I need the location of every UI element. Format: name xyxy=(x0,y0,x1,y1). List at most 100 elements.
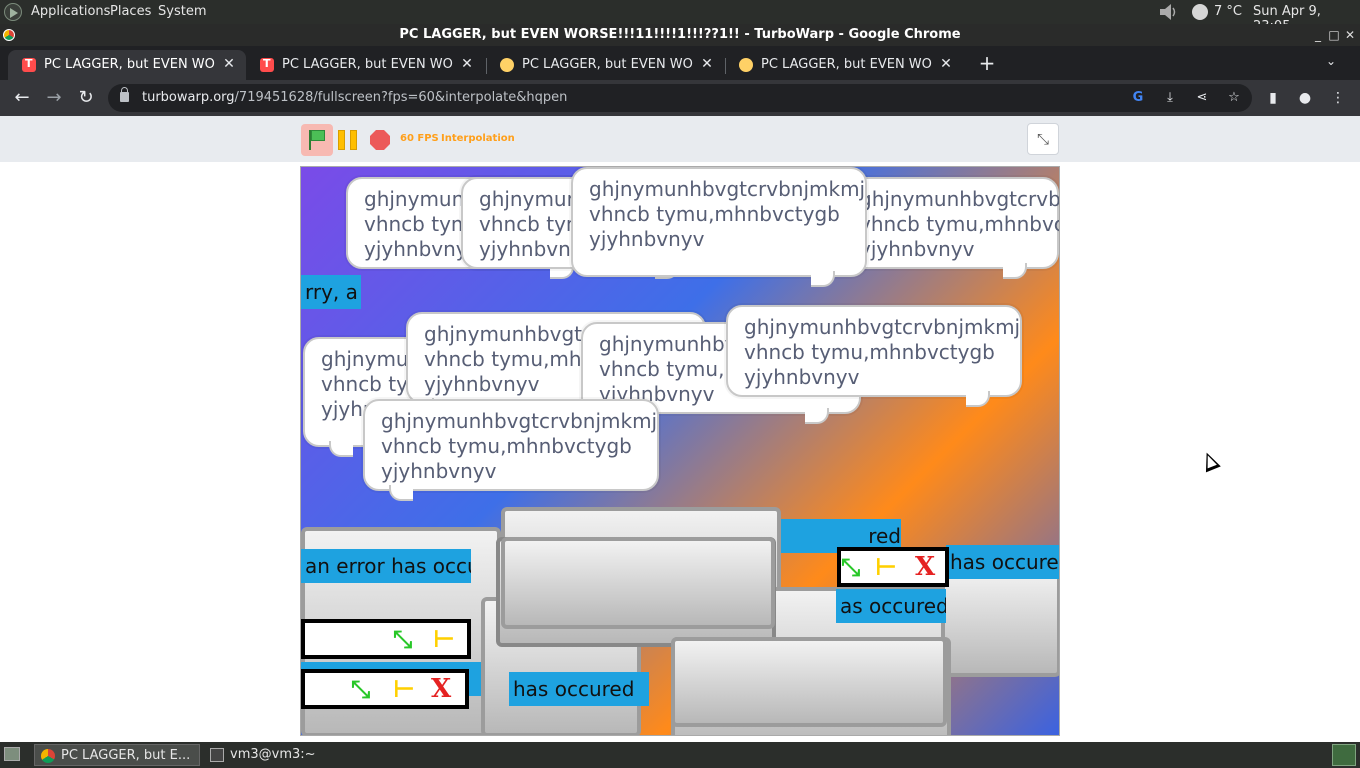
temperature: 7 °C xyxy=(1214,4,1242,19)
share-icon[interactable]: ⋖ xyxy=(1193,89,1211,107)
browser-toolbar: ← → ↻ turbowarp.org/719451628/fullscreen… xyxy=(0,80,1360,116)
minimize-button[interactable]: _ xyxy=(1310,24,1326,46)
bubble-line: vhncb tymu,mhnbvctygb xyxy=(859,212,1060,236)
error-title-bar: an error has occured xyxy=(301,549,471,583)
minimize-bar-icon[interactable]: ⊢ xyxy=(393,675,415,703)
close-window-button[interactable]: ✕ xyxy=(1342,24,1358,46)
os-menu-icon[interactable] xyxy=(4,3,22,21)
resize-arrow-icon[interactable]: ⤡ xyxy=(841,553,860,581)
window-controls[interactable]: ⤡ ⊢ X xyxy=(301,669,469,709)
bubble-line: ghjnymunhbvgtcrvbnjmkmj xyxy=(859,187,1060,211)
bubble-line: vhncb tymu,mhnbvctygb xyxy=(381,434,632,458)
error-title-bar: rry, a xyxy=(301,275,361,309)
url-host: turbowarp.org xyxy=(142,90,235,105)
show-desktop-icon[interactable] xyxy=(4,747,20,761)
window-controls[interactable]: ⤡ ⊢ X xyxy=(837,547,949,587)
error-window xyxy=(671,637,947,727)
scratch-icon xyxy=(500,58,514,72)
minimize-bar-icon[interactable]: ⊢ xyxy=(875,553,897,581)
taskbar-item-label: vm3@vm3:~ xyxy=(230,747,316,762)
tab-label: PC LAGGER, but EVEN WORSE xyxy=(282,57,454,72)
close-tab-icon[interactable]: ✕ xyxy=(937,55,955,73)
tab-strip: PC LAGGER, but EVEN WORSE ✕ PC LAGGER, b… xyxy=(0,46,1360,80)
side-panel-icon[interactable]: ▮ xyxy=(1263,88,1283,108)
system-menu[interactable]: System xyxy=(158,4,206,19)
taskbar-chrome-window[interactable]: PC LAGGER, but E... xyxy=(34,744,200,766)
turbowarp-controls: 60 FPS Interpolation ⤡ xyxy=(0,116,1360,162)
profile-icon[interactable]: ● xyxy=(1295,88,1315,108)
volume-icon[interactable] xyxy=(1158,3,1180,21)
speech-bubble: ghjnymunhbvgtcrvbnjmkmj vhncb tymu,mhnbv… xyxy=(363,399,659,501)
chrome-icon xyxy=(41,749,55,763)
reload-button[interactable]: ↻ xyxy=(74,86,98,110)
resize-arrow-icon[interactable]: ⤡ xyxy=(351,675,370,703)
close-tab-icon[interactable]: ✕ xyxy=(458,55,476,73)
taskbar-item-label: PC LAGGER, but E... xyxy=(61,748,191,763)
tab-search-chevron-icon[interactable]: ⌄ xyxy=(1322,54,1340,72)
tab-2[interactable]: PC LAGGER, but EVEN WORSE ✕ xyxy=(246,50,484,80)
project-stage[interactable]: an error has occured rror has occured ha… xyxy=(300,166,1060,736)
fps-label: 60 FPS xyxy=(400,133,439,144)
forward-button[interactable]: → xyxy=(42,86,66,110)
google-lens-icon[interactable]: G xyxy=(1129,89,1147,107)
pause-button[interactable] xyxy=(338,130,360,150)
close-tab-icon[interactable]: ✕ xyxy=(220,55,238,73)
exit-fullscreen-button[interactable]: ⤡ xyxy=(1027,123,1059,155)
error-title-bar: has occured xyxy=(946,545,1059,579)
places-menu[interactable]: Places xyxy=(110,4,151,19)
os-top-panel: Applications Places System 7 °C Sun Apr … xyxy=(0,0,1360,34)
weather-icon xyxy=(1192,4,1208,20)
page-content: 60 FPS Interpolation ⤡ an error has occu… xyxy=(0,116,1360,742)
tab-3[interactable]: PC LAGGER, but EVEN WORSE ✕ xyxy=(486,50,724,80)
url-text[interactable]: turbowarp.org/719451628/fullscreen?fps=6… xyxy=(142,90,567,105)
bubble-line: vhncb tymu,mhnbvctygb xyxy=(589,202,840,226)
error-title-bar: as occured xyxy=(836,589,946,623)
address-bar[interactable]: turbowarp.org/719451628/fullscreen?fps=6… xyxy=(108,84,1252,112)
bubble-line: yjyhnbvnyv xyxy=(744,365,860,389)
window-titlebar[interactable]: PC LAGGER, but EVEN WORSE!!!11!!!!1!!!??… xyxy=(0,24,1360,46)
error-title-bar: has occured xyxy=(509,672,649,706)
scratch-icon xyxy=(739,58,753,72)
more-menu-icon[interactable]: ⋮ xyxy=(1328,88,1348,108)
stop-button[interactable] xyxy=(370,130,390,150)
resize-arrow-icon[interactable]: ⤡ xyxy=(393,625,412,653)
pause-bar-icon xyxy=(350,130,357,150)
error-window xyxy=(941,567,1059,677)
tab-1[interactable]: PC LAGGER, but EVEN WORSE ✕ xyxy=(8,50,246,80)
close-x-icon[interactable]: X xyxy=(915,552,935,582)
tab-4[interactable]: PC LAGGER, but EVEN WORSE ✕ xyxy=(725,50,963,80)
taskbar-terminal-window[interactable]: vm3@vm3:~ xyxy=(204,744,364,766)
bubble-line: ghjnymunhbvgtcrvbnjmkmj xyxy=(744,315,1021,339)
minimize-bar-icon[interactable]: ⊢ xyxy=(433,625,455,653)
terminal-icon xyxy=(210,748,224,762)
tab-label: PC LAGGER, but EVEN WORSE xyxy=(761,57,933,72)
interpolation-label: Interpolation xyxy=(441,133,515,144)
back-button[interactable]: ← xyxy=(10,86,34,110)
chrome-icon xyxy=(3,29,15,41)
bubble-line: yjyhnbvnyv xyxy=(381,459,497,483)
close-tab-icon[interactable]: ✕ xyxy=(698,55,716,73)
mouse-cursor-icon xyxy=(1199,449,1221,473)
new-tab-button[interactable]: + xyxy=(976,52,998,74)
speech-bubble: ghjnymunhbvgtcrvbnjmkmj vhncb tymu,mhnbv… xyxy=(841,177,1060,279)
close-x-icon[interactable]: X xyxy=(431,674,451,704)
os-taskbar: PC LAGGER, but E... vm3@vm3:~ xyxy=(0,742,1360,768)
bookmark-star-icon[interactable]: ☆ xyxy=(1225,89,1243,107)
window-controls[interactable]: ⤡ ⊢ xyxy=(301,619,471,659)
error-window xyxy=(501,537,775,629)
window-title: PC LAGGER, but EVEN WORSE!!!11!!!!1!!!??… xyxy=(399,27,961,42)
turbowarp-icon xyxy=(260,57,274,72)
install-app-icon[interactable]: ⤓ xyxy=(1161,89,1179,107)
bubble-line: vhncb tymu,mhnbvctygb xyxy=(744,340,995,364)
pause-bar-icon xyxy=(338,130,345,150)
applications-menu[interactable]: Applications xyxy=(31,4,110,19)
url-path: /719451628/fullscreen?fps=60&interpolate… xyxy=(234,90,568,105)
lock-icon[interactable] xyxy=(120,87,129,102)
workspace-switcher-icon[interactable] xyxy=(1332,744,1356,766)
turbowarp-icon xyxy=(22,57,36,72)
maximize-button[interactable]: □ xyxy=(1326,24,1342,46)
speech-bubble: ghjnymunhbvgtcrvbnjmkmj vhncb tymu,mhnbv… xyxy=(726,305,1022,407)
green-flag-button[interactable] xyxy=(301,124,333,156)
green-flag-icon xyxy=(311,130,325,141)
bubble-line: yjyhnbvnyv xyxy=(859,237,975,261)
